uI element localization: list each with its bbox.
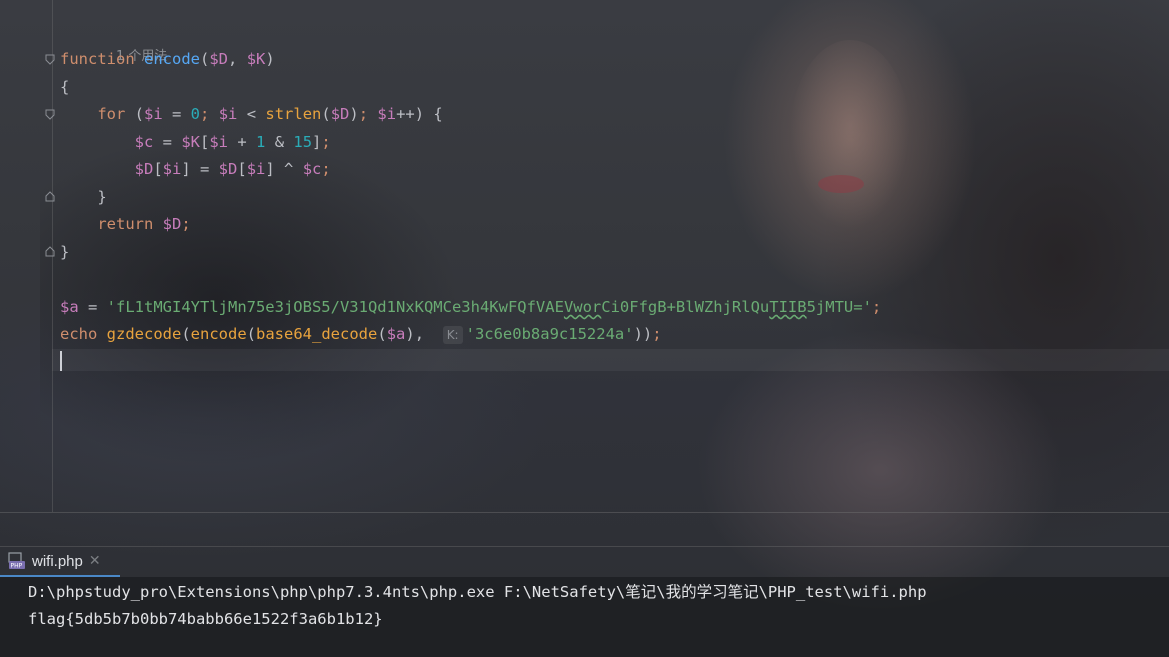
code-line[interactable]: { <box>60 76 1169 98</box>
console-output-line[interactable]: flag{5db5b7b0bb74babb66e1522f3a6b1b12} <box>28 608 383 630</box>
code-line[interactable]: $a = 'fL1tMGI4YTljMn75e3jOBS5/V31Qd1NxKQ… <box>60 296 1169 318</box>
fold-close-icon[interactable] <box>45 191 55 202</box>
console-output[interactable]: D:\phpstudy_pro\Extensions\php\php7.3.4n… <box>0 577 1169 657</box>
code-line[interactable]: function encode($D, $K) <box>60 48 1169 70</box>
code-line[interactable]: $c = $K[$i + 1 & 15]; <box>60 131 1169 153</box>
code-line[interactable]: $D[$i] = $D[$i] ^ $c; <box>60 158 1169 180</box>
close-icon[interactable]: ✕ <box>89 553 101 569</box>
code-line[interactable]: } <box>60 241 1169 263</box>
usages-hint-line[interactable]: 1 个用法 <box>60 22 1169 64</box>
tab-label[interactable]: wifi.php <box>32 553 83 570</box>
fold-open-icon[interactable] <box>45 109 55 120</box>
fold-open-icon[interactable] <box>45 54 55 65</box>
run-tab-bar: PHP wifi.php ✕ <box>0 546 1169 577</box>
code-line[interactable]: return $D; <box>60 213 1169 235</box>
parameter-hint: K: <box>442 326 463 344</box>
code-line[interactable]: for ($i = 0; $i < strlen($D); $i++) { <box>60 103 1169 125</box>
svg-text:PHP: PHP <box>11 563 23 570</box>
current-line[interactable] <box>52 349 1169 371</box>
run-panel-toolbar <box>0 512 1169 546</box>
text-caret <box>60 350 62 371</box>
code-editor[interactable]: 1 个用法 function encode($D, $K) { for ($i … <box>0 0 1169 512</box>
run-tab-wifi-php[interactable]: PHP wifi.php ✕ <box>0 547 120 577</box>
editor-gutter <box>0 0 55 512</box>
code-line[interactable]: echo gzdecode(encode(base64_decode($a), … <box>60 323 1169 345</box>
php-file-icon: PHP <box>8 552 26 570</box>
code-line[interactable]: } <box>60 186 1169 208</box>
console-command-line[interactable]: D:\phpstudy_pro\Extensions\php\php7.3.4n… <box>28 581 927 603</box>
fold-close-icon[interactable] <box>45 246 55 257</box>
